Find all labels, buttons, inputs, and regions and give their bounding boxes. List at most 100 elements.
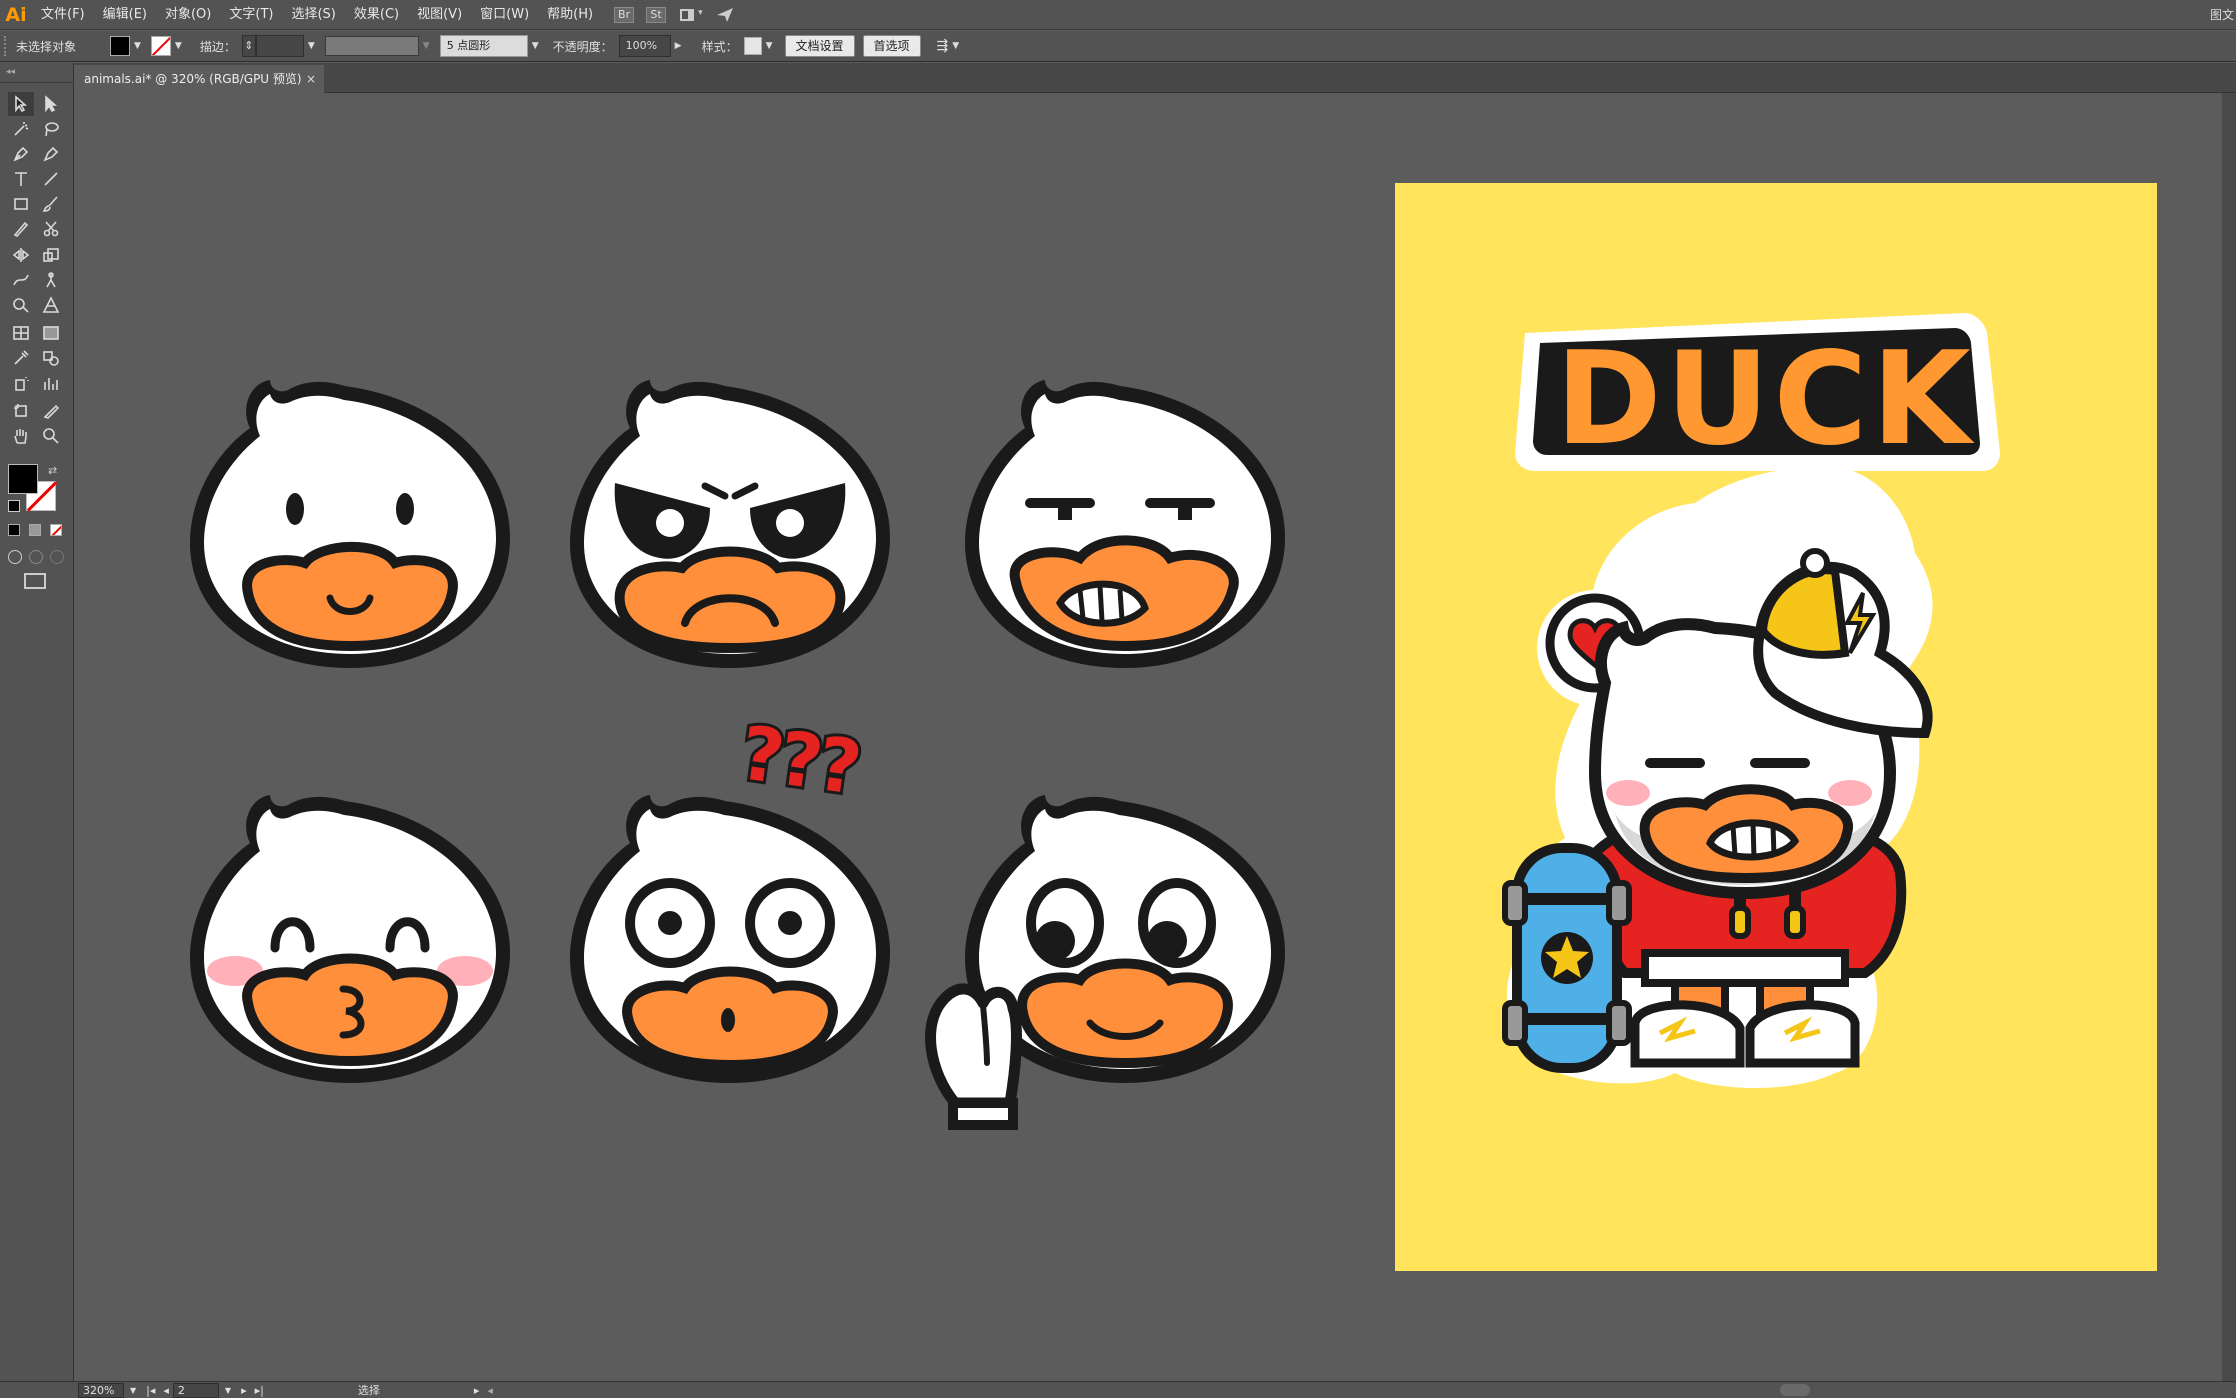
menu-effect[interactable]: 效果(C) (345, 0, 408, 30)
curvature-tool-icon[interactable] (38, 142, 64, 166)
type-tool-icon[interactable] (8, 167, 34, 191)
stroke-weight-stepper[interactable]: ⇕ (241, 35, 256, 57)
style-dropdown-icon[interactable]: ▼ (762, 41, 777, 51)
close-tab-icon[interactable]: × (306, 65, 316, 93)
mesh-tool-icon[interactable] (8, 321, 34, 345)
gradient-mode-icon[interactable] (29, 524, 41, 536)
stroke-weight-field[interactable] (255, 35, 304, 57)
menu-select[interactable]: 选择(S) (282, 0, 344, 30)
tools-panel: ◂◂ ⇄ (0, 63, 74, 1381)
eyedropper-tool-icon[interactable] (8, 346, 34, 370)
opacity-dropdown-icon[interactable]: ▶ (671, 41, 686, 51)
fill-color-swatch[interactable] (110, 36, 130, 56)
line-segment-tool-icon[interactable] (38, 167, 64, 191)
lasso-tool-icon[interactable] (38, 117, 64, 141)
hand-tool-icon[interactable] (8, 424, 34, 448)
artboard-poster[interactable]: DUCK (1395, 183, 2157, 1271)
document-tab[interactable]: animals.ai* @ 320% (RGB/GPU 预览) × (74, 65, 324, 93)
swap-colors-icon[interactable]: ⇄ (48, 464, 57, 477)
vertical-scrollbar[interactable] (2222, 93, 2236, 1381)
menu-edit[interactable]: 编辑(E) (94, 0, 156, 30)
draw-inside-icon[interactable] (50, 550, 64, 564)
menu-object[interactable]: 对象(O) (156, 0, 220, 30)
first-artboard-icon[interactable]: |◂ (142, 1384, 159, 1397)
document-setup-button[interactable]: 文档设置 (784, 35, 855, 57)
stroke-dropdown-icon[interactable]: ▼ (171, 41, 186, 51)
shape-builder-tool-icon[interactable] (8, 293, 34, 317)
artboard-tool-icon[interactable] (8, 399, 34, 423)
scale-tool-icon[interactable] (38, 243, 64, 267)
blend-tool-icon[interactable] (38, 346, 64, 370)
duck-face-smirk[interactable] (955, 368, 1295, 678)
status-menu-icon[interactable]: ▸ (470, 1384, 484, 1397)
shaper-tool-icon[interactable] (8, 217, 34, 241)
next-artboard-icon[interactable]: ▸ (237, 1384, 251, 1397)
variable-width-profile[interactable] (324, 36, 419, 56)
brush-dropdown-icon[interactable]: ▼ (528, 41, 543, 51)
zoom-tool-icon[interactable] (38, 424, 64, 448)
zoom-dropdown-icon[interactable]: ▼ (124, 1386, 142, 1395)
duck-face-angry[interactable] (560, 368, 900, 678)
column-graph-tool-icon[interactable] (38, 371, 64, 395)
fill-dropdown-icon[interactable]: ▼ (130, 41, 145, 51)
brush-definition-field[interactable]: 5 点圆形 (439, 35, 528, 57)
draw-normal-icon[interactable] (8, 550, 22, 564)
selection-tool-icon[interactable] (8, 92, 34, 116)
reflect-tool-icon[interactable] (8, 243, 34, 267)
control-bar: 未选择对象 ▼ ▼ 描边： ⇕ ▼ ▼ 5 点圆形 ▼ 不透明度： 100% ▶… (0, 31, 2236, 62)
pen-tool-icon[interactable] (8, 142, 34, 166)
current-tool-status: 选择 (357, 1384, 380, 1397)
workspace-layout-icon[interactable]: ▾ (680, 7, 706, 23)
screen-mode-icon[interactable] (24, 573, 46, 589)
arrange-dropdown-icon[interactable]: ▼ (948, 41, 963, 51)
zoom-field[interactable]: 320% (78, 1382, 124, 1398)
bridge-icon[interactable]: Br (614, 6, 635, 23)
perspective-grid-tool-icon[interactable] (38, 293, 64, 317)
scroll-left-icon[interactable]: ◂ (483, 1384, 497, 1397)
duck-face-kiss[interactable] (180, 783, 520, 1093)
magic-wand-tool-icon[interactable] (8, 117, 34, 141)
menu-help[interactable]: 帮助(H) (538, 0, 602, 30)
last-artboard-icon[interactable]: ▸| (251, 1384, 268, 1397)
send-icon[interactable] (716, 7, 734, 23)
selection-status: 未选择对象 (16, 39, 77, 54)
canvas[interactable]: ??? DUCK (75, 93, 2236, 1381)
artboard-dropdown-icon[interactable]: ▼ (219, 1386, 237, 1395)
slice-tool-icon[interactable] (38, 399, 64, 423)
default-colors-icon[interactable] (8, 500, 20, 512)
stock-icon[interactable]: St (646, 6, 667, 23)
menu-view[interactable]: 视图(V) (408, 0, 471, 30)
symbol-sprayer-tool-icon[interactable] (8, 371, 34, 395)
artboard-number-field[interactable]: 2 (172, 1382, 219, 1398)
scissors-tool-icon[interactable] (38, 217, 64, 241)
stroke-weight-dropdown-icon[interactable]: ▼ (304, 41, 319, 51)
duck-face-surprised[interactable] (560, 783, 900, 1093)
horizontal-scrollbar[interactable] (1780, 1384, 1810, 1396)
graphic-style-swatch[interactable] (743, 37, 762, 55)
fill-color-box[interactable] (8, 464, 38, 494)
right-pupil (778, 911, 802, 935)
arrange-documents-icon[interactable]: ⇶ (937, 38, 949, 54)
duck-face-waving[interactable] (915, 783, 1295, 1203)
direct-selection-tool-icon[interactable] (38, 92, 64, 116)
menu-window[interactable]: 窗口(W) (471, 0, 538, 30)
paintbrush-tool-icon[interactable] (38, 192, 64, 216)
previous-artboard-icon[interactable]: ◂ (159, 1384, 173, 1397)
duck-face-smile[interactable] (180, 368, 520, 678)
menu-file[interactable]: 文件(F) (32, 0, 94, 30)
profile-dropdown-icon[interactable]: ▼ (419, 41, 434, 51)
rectangle-tool-icon[interactable] (8, 192, 34, 216)
left-eye (286, 493, 304, 525)
stroke-color-swatch[interactable] (150, 36, 171, 56)
draw-behind-icon[interactable] (29, 550, 43, 564)
duck-character-poster[interactable]: DUCK (1495, 293, 2055, 1173)
preferences-button[interactable]: 首选项 (862, 35, 921, 57)
gradient-tool-icon[interactable] (38, 321, 64, 345)
menu-type[interactable]: 文字(T) (220, 0, 282, 30)
stroke-label: 描边： (199, 39, 236, 54)
color-mode-icon[interactable] (8, 524, 20, 536)
puppet-warp-tool-icon[interactable] (38, 268, 64, 292)
none-mode-icon[interactable] (50, 524, 62, 536)
warp-tool-icon[interactable] (8, 268, 34, 292)
opacity-field[interactable]: 100% (618, 35, 671, 57)
